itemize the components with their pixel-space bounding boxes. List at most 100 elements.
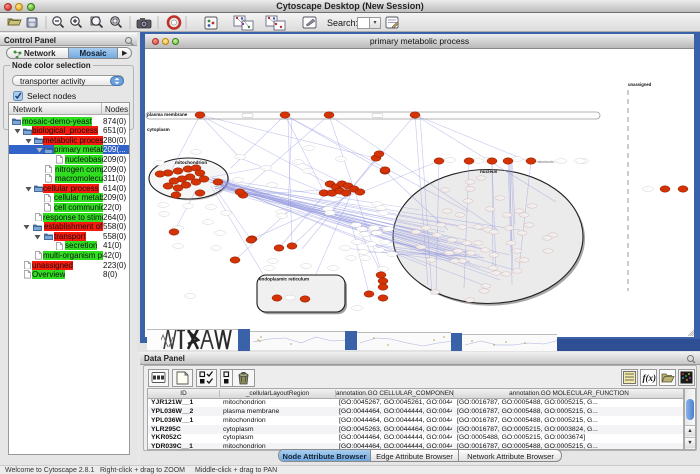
svg-text:mitochondri...: mitochondri... xyxy=(537,160,556,164)
svg-text:····: ···· xyxy=(368,243,372,246)
svg-text:····: ···· xyxy=(362,233,366,236)
svg-text:····: ···· xyxy=(342,247,346,250)
svg-text:····: ···· xyxy=(325,208,329,211)
svg-text:····: ···· xyxy=(353,224,357,227)
svg-text:····: ···· xyxy=(491,254,495,257)
svg-text:····: ···· xyxy=(478,177,482,180)
svg-text:····: ···· xyxy=(446,252,450,255)
svg-text:unassigned: unassigned xyxy=(628,82,652,87)
svg-text:····: ···· xyxy=(508,242,512,245)
svg-text:····: ···· xyxy=(459,226,463,229)
svg-text:····: ···· xyxy=(266,267,270,270)
svg-text:····: ···· xyxy=(382,241,386,244)
svg-text:····: ···· xyxy=(193,151,197,154)
svg-text:····: ···· xyxy=(444,210,448,213)
svg-text:····: ···· xyxy=(438,224,442,227)
svg-text:····: ···· xyxy=(483,285,487,288)
svg-text:····: ···· xyxy=(338,158,342,161)
svg-text:····: ···· xyxy=(156,162,160,165)
svg-text:····: ···· xyxy=(475,160,479,163)
svg-text:····: ···· xyxy=(423,227,427,230)
svg-text:····: ···· xyxy=(464,242,468,245)
svg-text:····: ···· xyxy=(235,179,239,182)
svg-text:····: ···· xyxy=(306,147,310,150)
svg-text:cytoplasm: cytoplasm xyxy=(147,127,170,132)
svg-text:····: ···· xyxy=(263,167,267,170)
svg-text:····: ···· xyxy=(208,206,212,209)
svg-text:····: ···· xyxy=(432,291,436,294)
svg-text:····: ···· xyxy=(493,272,497,275)
svg-text:····: ···· xyxy=(455,250,459,253)
svg-text:····: ···· xyxy=(223,212,227,215)
svg-text:····: ···· xyxy=(378,207,382,210)
svg-text:····: ···· xyxy=(279,215,283,218)
svg-text:····: ···· xyxy=(359,228,363,231)
svg-text:····: ···· xyxy=(482,249,486,252)
svg-text:····: ···· xyxy=(354,307,358,310)
svg-text:····: ···· xyxy=(330,267,334,270)
svg-text:····: ···· xyxy=(305,170,309,173)
svg-text:····: ···· xyxy=(467,181,471,184)
svg-text:····: ···· xyxy=(452,260,456,263)
svg-text:····: ···· xyxy=(475,242,479,245)
svg-text:····: ···· xyxy=(348,257,352,260)
svg-text:····: ···· xyxy=(467,299,471,302)
svg-text:····: ···· xyxy=(295,161,299,164)
svg-text:····: ···· xyxy=(185,205,189,208)
svg-text:endoplasmic reticulum: endoplasmic reticulum xyxy=(259,277,309,282)
svg-text:····: ···· xyxy=(449,239,453,242)
svg-text:····: ···· xyxy=(491,231,495,234)
svg-text:····: ···· xyxy=(529,205,533,208)
svg-text:mitochondrion: mitochondrion xyxy=(175,160,207,165)
svg-text:plasma membrane: plasma membrane xyxy=(147,112,188,117)
svg-text:····: ···· xyxy=(506,227,510,230)
svg-text:····: ···· xyxy=(490,267,494,270)
svg-text:····: ···· xyxy=(217,232,221,235)
svg-text:····: ···· xyxy=(481,290,485,293)
svg-text:····: ···· xyxy=(380,268,384,271)
svg-text:····: ···· xyxy=(360,251,364,254)
svg-text:····: ···· xyxy=(519,232,523,235)
svg-text:····: ···· xyxy=(237,156,241,159)
svg-text:····: ···· xyxy=(213,247,217,250)
svg-text:····: ···· xyxy=(497,197,501,200)
svg-text:nucleus: nucleus xyxy=(480,169,498,174)
svg-text:····: ···· xyxy=(558,160,562,163)
svg-text:····: ···· xyxy=(521,259,525,262)
svg-text:····: ···· xyxy=(374,203,378,206)
svg-text:····: ···· xyxy=(303,265,307,268)
svg-text:····: ···· xyxy=(545,250,549,253)
svg-text:····: ···· xyxy=(504,214,508,217)
svg-text:····: ···· xyxy=(526,224,530,227)
svg-text:····: ···· xyxy=(468,252,472,255)
svg-text:····: ···· xyxy=(487,208,491,211)
svg-text:····: ···· xyxy=(503,273,507,276)
svg-text:····: ···· xyxy=(514,270,518,273)
svg-text:····: ···· xyxy=(160,204,164,207)
svg-text:····: ···· xyxy=(187,295,191,298)
svg-text:····: ···· xyxy=(442,189,446,192)
svg-text:f(x): f(x) xyxy=(643,373,657,383)
svg-text:····: ···· xyxy=(514,250,518,253)
svg-text:····: ···· xyxy=(362,257,366,260)
svg-text:····: ···· xyxy=(205,221,209,224)
svg-text:····: ···· xyxy=(385,228,389,231)
svg-text:····: ···· xyxy=(327,212,331,215)
svg-text:····: ···· xyxy=(175,245,179,248)
svg-text:····: ···· xyxy=(269,184,273,187)
svg-text:····: ···· xyxy=(467,188,471,191)
svg-text:····: ···· xyxy=(428,259,432,262)
svg-text:····: ···· xyxy=(516,210,520,213)
svg-text:····: ···· xyxy=(270,260,274,263)
svg-text:····: ···· xyxy=(465,200,469,203)
svg-text:····: ···· xyxy=(521,214,525,217)
svg-text:····: ···· xyxy=(475,226,479,229)
svg-text:····: ···· xyxy=(374,232,378,235)
svg-text:····: ···· xyxy=(514,158,518,161)
svg-text:····: ···· xyxy=(413,231,417,234)
svg-text:····: ···· xyxy=(371,227,375,230)
svg-text:····: ···· xyxy=(380,212,384,215)
svg-text:····: ···· xyxy=(389,253,393,256)
svg-text:····: ···· xyxy=(457,214,461,217)
svg-text:····: ···· xyxy=(161,213,165,216)
